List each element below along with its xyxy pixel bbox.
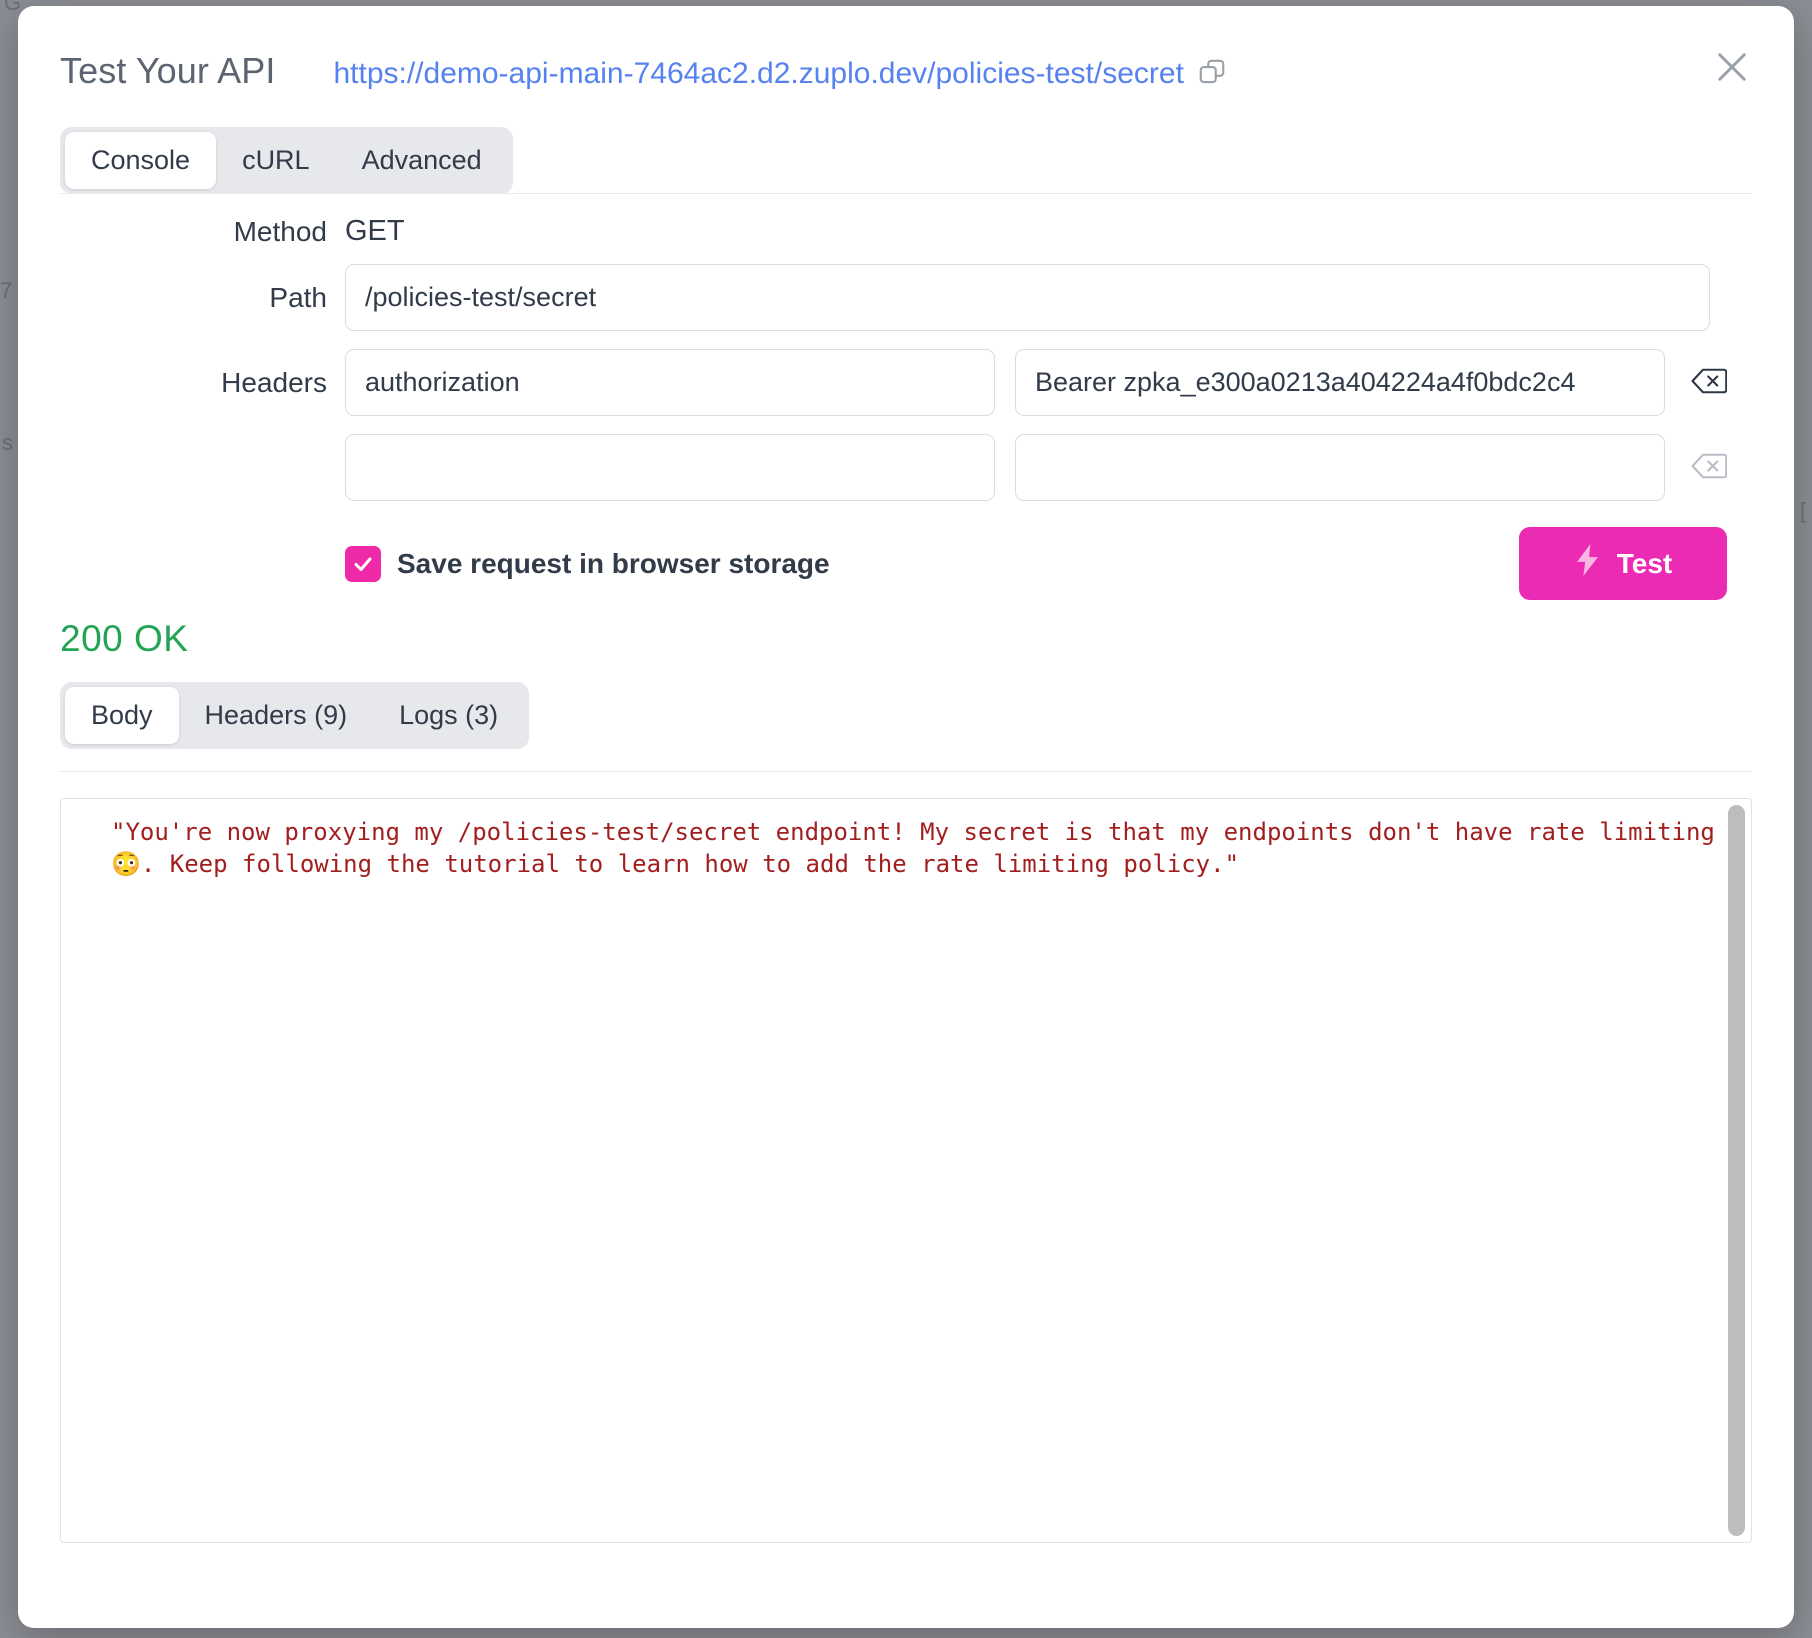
path-label: Path	[269, 281, 327, 313]
tab-headers[interactable]: Headers (9)	[179, 687, 374, 744]
path-input[interactable]	[345, 264, 1710, 331]
response-body-text: "You're now proxying my /policies-test/s…	[111, 818, 1730, 878]
test-button-label: Test	[1616, 547, 1673, 579]
header-value-input-1[interactable]	[1015, 349, 1665, 416]
header-row-1: Headers	[60, 349, 1752, 416]
headers-label: Headers	[221, 366, 327, 398]
path-row: Path	[60, 264, 1752, 331]
api-url-group: https://demo-api-main-7464ac2.d2.zuplo.d…	[333, 57, 1226, 92]
tab-curl[interactable]: cURL	[216, 132, 336, 189]
background-fragment: [	[1799, 498, 1806, 523]
tabs-divider	[60, 193, 1752, 194]
tab-console[interactable]: Console	[65, 132, 217, 189]
response-body-panel: "You're now proxying my /policies-test/s…	[60, 798, 1752, 1543]
save-request-label: Save request in browser storage	[397, 547, 830, 579]
request-tabs: Console cURL Advanced	[60, 127, 513, 194]
response-status: 200 OK	[60, 618, 189, 659]
page-title: Test Your API	[60, 50, 276, 91]
header-row-2	[60, 434, 1752, 501]
test-button[interactable]: Test	[1519, 527, 1727, 600]
close-icon	[1711, 46, 1753, 91]
lightning-bolt-icon	[1574, 544, 1601, 583]
checkbox-checked-icon	[345, 545, 381, 582]
method-value: GET	[345, 215, 405, 247]
close-button[interactable]	[1708, 44, 1756, 92]
header-clear-button-1[interactable]	[1679, 353, 1739, 413]
test-your-api-modal: Test Your API https://demo-api-main-7464…	[18, 6, 1794, 1628]
method-label: Method	[233, 215, 327, 247]
header-key-input-1[interactable]	[345, 349, 995, 416]
save-request-checkbox[interactable]: Save request in browser storage	[345, 545, 830, 582]
request-form: Method GET Path Headers	[60, 195, 1752, 600]
modal-header: Test Your API https://demo-api-main-7464…	[60, 6, 1752, 92]
tab-body[interactable]: Body	[65, 687, 179, 744]
header-value-input-2[interactable]	[1015, 434, 1665, 501]
header-clear-button-2[interactable]	[1679, 438, 1739, 498]
background-fragment: s	[2, 430, 13, 455]
backspace-delete-icon	[1691, 366, 1728, 399]
backspace-delete-icon	[1691, 451, 1728, 484]
tab-logs[interactable]: Logs (3)	[373, 687, 524, 744]
response-body-scrollbar[interactable]	[1728, 805, 1745, 1536]
copy-icon[interactable]	[1197, 57, 1227, 92]
method-row: Method GET	[60, 215, 1752, 248]
form-actions-row: Save request in browser storage Test	[60, 527, 1752, 600]
api-url-link[interactable]: https://demo-api-main-7464ac2.d2.zuplo.d…	[333, 57, 1183, 91]
header-key-input-2[interactable]	[345, 434, 995, 501]
response-tabs: Body Headers (9) Logs (3)	[60, 682, 530, 749]
tab-advanced[interactable]: Advanced	[336, 132, 508, 189]
response-tabs-divider	[60, 771, 1752, 772]
background-fragment: 7	[0, 278, 13, 303]
